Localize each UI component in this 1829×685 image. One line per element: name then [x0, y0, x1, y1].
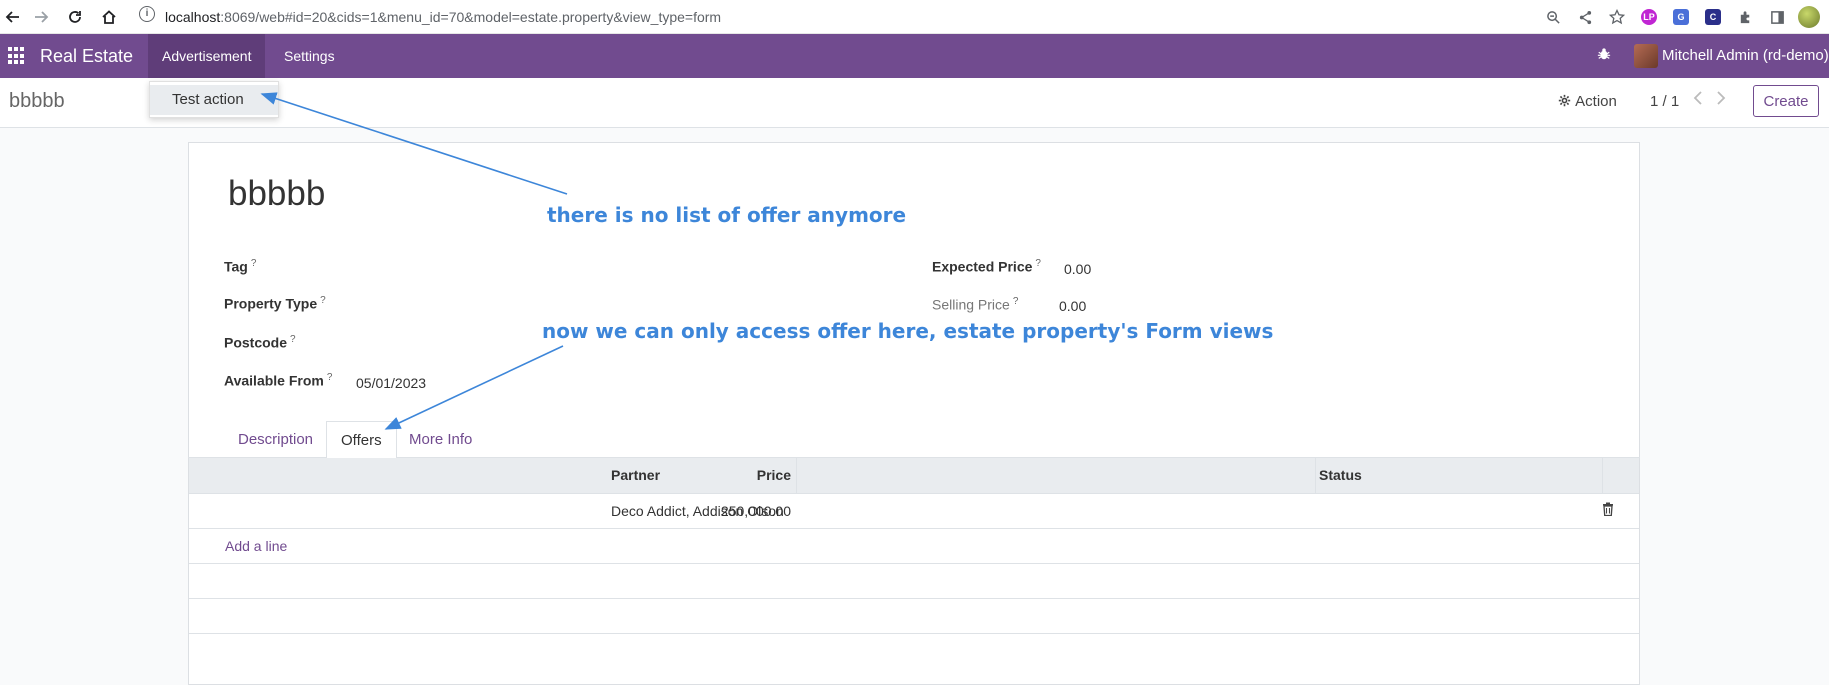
annotation-note-1: there is no list of offer anymore [547, 203, 907, 227]
sidebar-icon[interactable] [1765, 4, 1789, 30]
column-header-partner[interactable]: Partner [611, 467, 660, 483]
star-icon[interactable] [1605, 4, 1629, 30]
table-row[interactable]: 250,000.00 Deco Addict, Addison Olson [189, 494, 1639, 529]
advertisement-dropdown: Test action [149, 81, 279, 118]
extension-translate-icon[interactable]: G [1669, 4, 1693, 30]
apps-grid-icon[interactable] [8, 47, 26, 65]
help-mark[interactable]: ? [327, 372, 333, 383]
tab-offers[interactable]: Offers [326, 421, 397, 459]
help-mark[interactable]: ? [290, 334, 296, 345]
field-label-selling-price-text: Selling Price [932, 296, 1010, 313]
main-navbar: Real Estate Advertisement Settings Mitch… [0, 34, 1829, 78]
extension-icon[interactable] [1733, 4, 1757, 30]
field-label-postcode: Postcode? [224, 334, 296, 351]
extension-lp-icon[interactable]: LP [1637, 4, 1661, 30]
pager-next-icon[interactable] [1716, 91, 1726, 110]
field-label-available-from: Available From? [224, 372, 332, 389]
field-value-available-from[interactable]: 05/01/2023 [356, 375, 426, 391]
extension-c-icon[interactable]: C [1701, 4, 1725, 30]
pager-value[interactable]: 1 / 1 [1650, 93, 1679, 110]
field-label-expected-price: Expected Price? [932, 258, 1041, 275]
field-label-selling-price: Selling Price? [932, 296, 1018, 313]
table-row-empty [189, 564, 1639, 599]
pager-previous-icon[interactable] [1693, 91, 1703, 110]
add-line-link[interactable]: Add a line [225, 538, 287, 554]
record-name[interactable]: bbbbb [228, 174, 325, 214]
field-label-available-from-text: Available From [224, 372, 324, 389]
action-menu[interactable]: Action [1558, 93, 1617, 110]
table-row-empty [189, 599, 1639, 634]
url-path: :8069/web#id=20&cids=1&menu_id=70&model=… [220, 9, 722, 25]
menu-settings[interactable]: Settings [270, 34, 349, 78]
tab-more-info[interactable]: More Info [395, 421, 486, 458]
share-icon[interactable] [1573, 4, 1597, 30]
browser-actions: LP G C [1541, 4, 1821, 30]
annotation-note-2: now we can only access offer here, estat… [542, 319, 1274, 343]
field-label-postcode-text: Postcode [224, 334, 288, 351]
field-label-property-type-text: Property Type [224, 295, 318, 312]
offers-table-header: Price Partner Status [189, 458, 1639, 494]
user-avatar[interactable] [1634, 44, 1658, 68]
url-bar[interactable]: localhost:8069/web#id=20&cids=1&menu_id=… [165, 6, 721, 28]
forward-icon[interactable] [28, 4, 54, 30]
trash-icon[interactable] [1602, 502, 1614, 517]
menu-advertisement[interactable]: Advertisement [148, 34, 266, 78]
home-icon[interactable] [96, 4, 122, 30]
debug-bug-icon[interactable] [1597, 47, 1611, 65]
action-label: Action [1575, 93, 1617, 110]
cell-partner[interactable]: Deco Addict, Addison Olson [611, 503, 784, 519]
breadcrumb-title: bbbbb [9, 90, 65, 112]
tab-description[interactable]: Description [224, 421, 327, 458]
field-label-expected-price-text: Expected Price [932, 258, 1033, 275]
create-button[interactable]: Create [1753, 85, 1819, 117]
user-menu[interactable]: Mitchell Admin (rd-demo) [1662, 47, 1829, 64]
back-icon[interactable] [0, 4, 26, 30]
field-value-expected-price[interactable]: 0.00 [1064, 261, 1091, 277]
gear-icon [1558, 93, 1575, 110]
column-header-price[interactable]: Price [569, 467, 791, 483]
field-label-property-type: Property Type? [224, 295, 326, 312]
field-value-selling-price: 0.00 [1059, 298, 1087, 314]
info-icon[interactable]: i [139, 6, 155, 22]
url-host: localhost [165, 9, 221, 25]
reload-icon[interactable] [62, 4, 88, 30]
help-mark[interactable]: ? [1035, 258, 1041, 269]
field-label-tag: Tag? [224, 258, 256, 275]
profile-avatar [1798, 6, 1820, 28]
zoom-icon[interactable] [1541, 4, 1565, 30]
app-brand[interactable]: Real Estate [40, 46, 133, 67]
notebook-tabs: Description Offers More Info [188, 421, 1640, 459]
browser-toolbar: i localhost:8069/web#id=20&cids=1&menu_i… [0, 0, 1829, 34]
help-mark[interactable]: ? [251, 258, 257, 269]
help-mark[interactable]: ? [320, 295, 326, 306]
field-label-tag-text: Tag [224, 258, 248, 275]
extension-lp-badge: LP [1641, 9, 1657, 25]
dropdown-item-test-action[interactable]: Test action [150, 85, 278, 115]
extension-translate-badge: G [1673, 9, 1689, 25]
extension-c-badge: C [1705, 9, 1721, 25]
column-header-status[interactable]: Status [1319, 467, 1362, 483]
help-mark[interactable]: ? [1013, 296, 1019, 307]
table-row-add: Add a line [189, 529, 1639, 564]
profile-icon[interactable] [1797, 4, 1821, 30]
